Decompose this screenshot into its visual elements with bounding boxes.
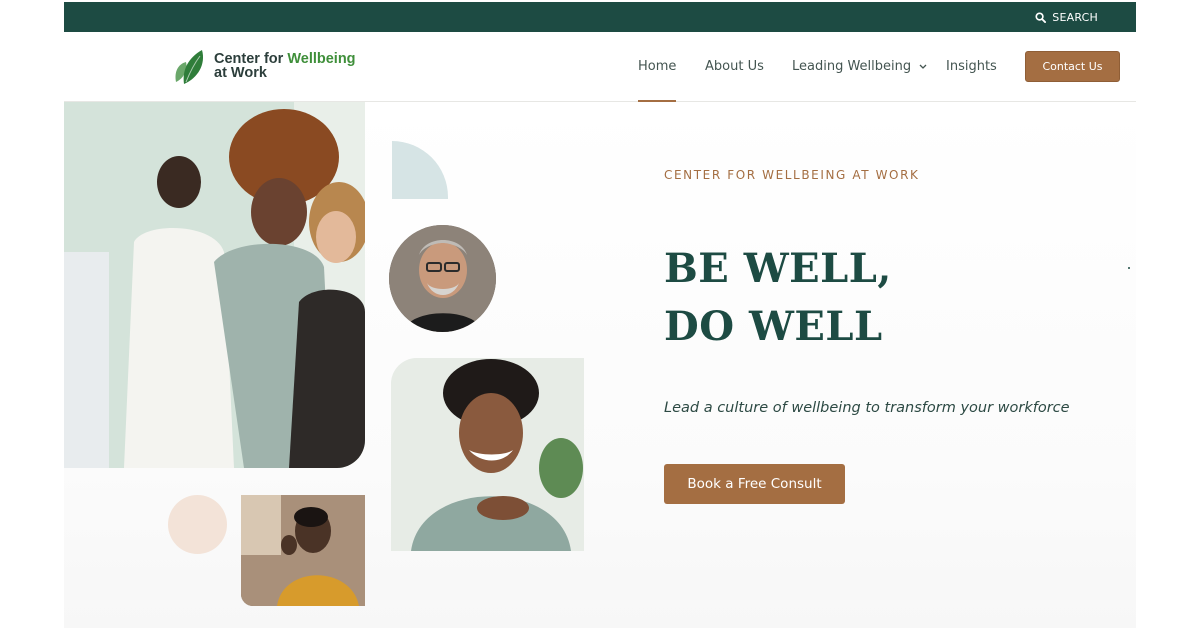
hero-photo-laughing-woman xyxy=(391,358,584,551)
nav-item-home[interactable]: Home xyxy=(638,32,677,102)
hero-headline-line1: BE WELL, xyxy=(664,245,892,292)
hero-headline: BE WELL, DO WELL xyxy=(664,240,892,356)
logo-text-line2: at Work xyxy=(214,65,267,81)
search-icon xyxy=(1035,11,1047,23)
hero-eyebrow: CENTER FOR WELLBEING AT WORK xyxy=(664,168,920,182)
nav-item-label: Home xyxy=(638,59,677,74)
decorative-quarter-circle xyxy=(392,141,448,199)
search-label: SEARCH xyxy=(1052,10,1098,24)
search-link[interactable]: SEARCH xyxy=(1035,2,1098,32)
nav-item-label: About Us xyxy=(705,59,764,74)
page-frame: SEARCH Center for Wellbeing at Work Home… xyxy=(64,2,1136,628)
contact-us-button[interactable]: Contact Us xyxy=(1025,51,1120,82)
site-logo[interactable]: Center for Wellbeing at Work xyxy=(172,46,356,86)
leaf-icon xyxy=(175,50,204,84)
top-utility-bar: SEARCH xyxy=(64,2,1136,32)
nav-item-label: Insights xyxy=(946,59,997,74)
hero-photo-women-at-computer xyxy=(64,102,365,468)
book-consult-button[interactable]: Book a Free Consult xyxy=(664,464,845,504)
nav-item-about-us[interactable]: About Us xyxy=(705,32,764,102)
hero-section: CENTER FOR WELLBEING AT WORK BE WELL, DO… xyxy=(64,102,1136,628)
nav-item-leading-wellbeing[interactable]: Leading Wellbeing xyxy=(792,32,927,102)
nav-item-label: Leading Wellbeing xyxy=(792,59,912,74)
decorative-peach-circle xyxy=(168,495,227,554)
slider-dot xyxy=(1128,267,1130,269)
chevron-down-icon xyxy=(919,64,927,69)
hero-tagline: Lead a culture of wellbeing to transform… xyxy=(664,400,1070,416)
hero-headline-line2: DO WELL xyxy=(664,303,883,350)
logo-text-accent: Wellbeing xyxy=(287,51,356,67)
nav-item-insights[interactable]: Insights xyxy=(946,32,997,102)
hero-photo-smiling-man xyxy=(389,225,496,332)
hero-photo-man-on-phone xyxy=(241,495,365,606)
logo-wordmark: Center for Wellbeing at Work xyxy=(214,51,356,81)
site-header: Center for Wellbeing at Work Home About … xyxy=(64,32,1136,102)
